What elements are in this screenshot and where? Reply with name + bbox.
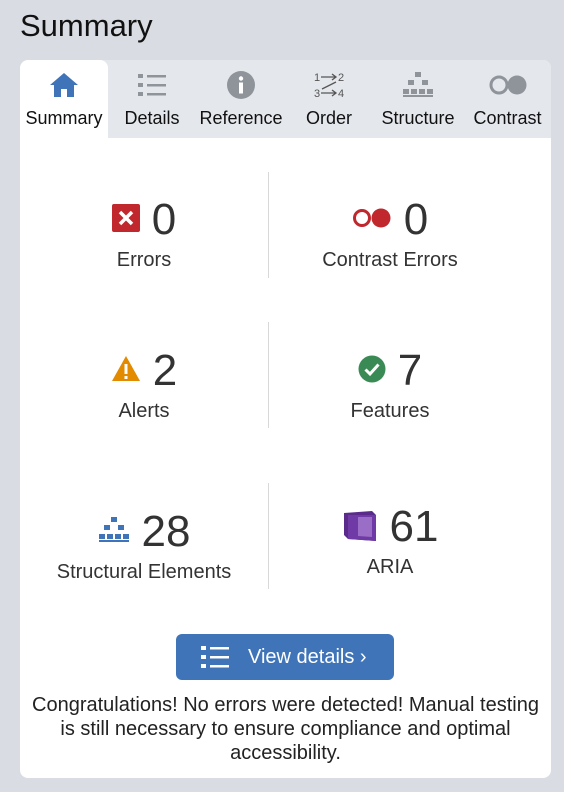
- alerts-stat[interactable]: 2 Alerts: [20, 342, 268, 452]
- tab-label: Reference: [199, 108, 283, 128]
- check-circle-icon: [358, 355, 386, 388]
- structural-count: 28: [141, 507, 191, 556]
- tab-order[interactable]: 1 2 3 4 Order: [286, 60, 372, 138]
- list-icon: [200, 644, 230, 670]
- aria-stat[interactable]: 61 ARIA: [269, 498, 511, 608]
- summary-message: Congratulations! No errors were detected…: [32, 694, 539, 764]
- structural-label: Structural Elements: [56, 561, 232, 583]
- home-icon: [49, 70, 79, 100]
- structure-icon: [402, 70, 434, 100]
- aria-cube-icon: [342, 507, 378, 548]
- contrast-errors-stat[interactable]: 0 Contrast Errors: [269, 191, 511, 301]
- aria-count: 61: [389, 502, 439, 551]
- svg-text:4: 4: [338, 88, 344, 100]
- contrast-errors-label: Contrast Errors: [322, 249, 458, 271]
- tab-label: Order: [305, 108, 352, 128]
- errors-count: 0: [151, 195, 177, 244]
- tab-label: Contrast: [473, 108, 542, 128]
- tab-contrast[interactable]: Contrast: [464, 60, 551, 138]
- features-count: 7: [397, 346, 423, 395]
- errors-stat[interactable]: 0 Errors: [20, 191, 268, 301]
- alerts-label: Alerts: [118, 400, 170, 422]
- tab-label: Structure: [381, 108, 455, 128]
- info-icon: [226, 70, 256, 100]
- tab-summary[interactable]: Summary: [20, 60, 108, 138]
- view-details-label: View details ›: [248, 645, 367, 668]
- contrast-error-icon: [352, 207, 392, 234]
- features-label: Features: [350, 400, 430, 422]
- tab-details[interactable]: Details: [108, 60, 196, 138]
- structure-icon: [98, 516, 130, 549]
- tab-bar: Summary Details Reference 1 2 3 4 Order Str…: [20, 60, 551, 138]
- tab-label: Summary: [25, 108, 103, 128]
- features-stat[interactable]: 7 Features: [269, 342, 511, 452]
- order-icon: 1 2 3 4: [312, 70, 346, 100]
- alert-icon: [111, 355, 141, 387]
- summary-panel: Summary Details Reference 1 2 3 4 Order Str…: [20, 60, 551, 778]
- page-title: Summary: [20, 8, 153, 43]
- tab-reference[interactable]: Reference: [196, 60, 286, 138]
- svg-text:2: 2: [338, 72, 344, 84]
- svg-text:3: 3: [314, 88, 320, 100]
- tab-structure[interactable]: Structure: [372, 60, 464, 138]
- contrast-icon: [488, 70, 528, 100]
- alerts-count: 2: [152, 346, 178, 395]
- structural-elements-stat[interactable]: 28 Structural Elements: [20, 503, 268, 613]
- view-details-button[interactable]: View details ›: [176, 634, 394, 680]
- error-icon: [111, 203, 140, 237]
- errors-label: Errors: [116, 249, 172, 271]
- svg-text:1: 1: [314, 72, 320, 84]
- tab-label: Details: [124, 108, 180, 128]
- contrast-errors-count: 0: [403, 195, 429, 244]
- aria-label: ARIA: [366, 556, 414, 578]
- list-icon: [137, 70, 167, 100]
